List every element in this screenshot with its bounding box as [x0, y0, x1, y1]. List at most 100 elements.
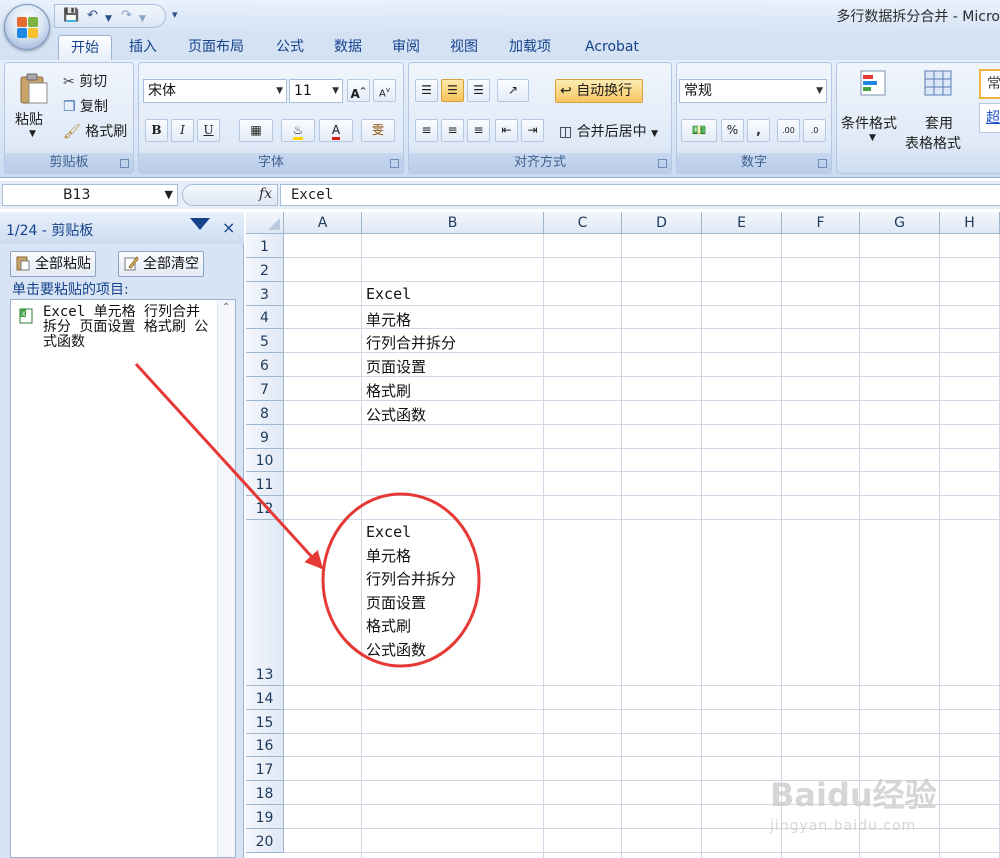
grow-font-button[interactable]: A^ [347, 79, 370, 102]
column-header-g[interactable]: G [860, 212, 940, 234]
accounting-format-button[interactable]: 💵 [681, 119, 717, 142]
increase-indent-button[interactable]: ⇥ [521, 119, 544, 142]
cell-b6[interactable]: 页面设置 [366, 356, 626, 377]
redo-icon[interactable]: ↷ [121, 8, 132, 24]
worksheet-grid[interactable]: A B C D E F G H 1 2 3 4 5 6 7 8 9 10 11 12 13 14 15 16 17 18 19 20 E… [246, 212, 1000, 858]
tab-home[interactable]: 开始 [58, 35, 112, 60]
cell-style-hyperlink[interactable]: 超 [979, 103, 1000, 133]
align-middle-button[interactable]: ☰ [441, 79, 464, 102]
tab-data[interactable]: 数据 [324, 35, 372, 60]
row-header-19[interactable]: 19 [246, 805, 284, 829]
row-header-11[interactable]: 11 [246, 472, 284, 496]
column-header-a[interactable]: A [284, 212, 362, 234]
align-bottom-button[interactable]: ☰ [467, 79, 490, 102]
row-header-15[interactable]: 15 [246, 710, 284, 734]
row-header-17[interactable]: 17 [246, 757, 284, 781]
row-header-10[interactable]: 10 [246, 449, 284, 472]
borders-button[interactable]: ▦ [239, 119, 273, 142]
clear-all-button[interactable]: 全部清空 [118, 251, 204, 277]
office-button[interactable] [4, 4, 50, 50]
increase-decimal-button[interactable]: .00 [777, 119, 800, 142]
pane-options-icon[interactable] [190, 218, 210, 230]
underline-button[interactable]: U [197, 119, 220, 142]
paste-button[interactable]: 粘贴 ▼ [11, 69, 55, 149]
row-header-12[interactable]: 12 [246, 496, 284, 520]
format-painter-button[interactable]: 🖌 格式刷 [63, 121, 127, 141]
column-header-e[interactable]: E [702, 212, 782, 234]
row-header-1[interactable]: 1 [246, 234, 284, 258]
copy-button[interactable]: ❐ 复制 [63, 96, 108, 116]
tab-formulas[interactable]: 公式 [266, 35, 314, 60]
font-name-box[interactable]: 宋体 ▼ [143, 79, 287, 103]
decrease-indent-button[interactable]: ⇤ [495, 119, 518, 142]
tab-insert[interactable]: 插入 [118, 35, 168, 60]
font-size-box[interactable]: 11 ▼ [289, 79, 343, 103]
cell-b13[interactable]: Excel 单元格 行列合并拆分 页面设置 格式刷 公式函数 [366, 521, 626, 662]
tab-addins[interactable]: 加载项 [498, 35, 562, 60]
phonetic-button[interactable]: 雯 [361, 119, 395, 142]
clipboard-item[interactable]: X Excel 单元格 行列合并拆分 页面设置 格式刷 公式函数 [11, 300, 217, 360]
row-header-2[interactable]: 2 [246, 258, 284, 282]
column-header-h[interactable]: H [940, 212, 1000, 234]
column-header-c[interactable]: C [544, 212, 622, 234]
orientation-button[interactable]: ↗ [497, 79, 529, 102]
tab-view[interactable]: 视图 [440, 35, 488, 60]
format-as-table-button[interactable]: 套用 表格格式 [905, 69, 979, 152]
bold-button[interactable]: B [145, 119, 168, 142]
column-header-b[interactable]: B [362, 212, 544, 234]
percent-button[interactable]: % [721, 119, 744, 142]
undo-dropdown-icon[interactable]: ▼ [105, 11, 112, 27]
save-icon[interactable]: 💾 [63, 8, 79, 24]
dialog-launcher-icon[interactable] [120, 159, 129, 168]
number-format-box[interactable]: 常规 ▼ [679, 79, 827, 103]
row-header-5[interactable]: 5 [246, 329, 284, 353]
cell-b3[interactable]: Excel [366, 285, 626, 303]
cell-b7[interactable]: 格式刷 [366, 380, 626, 401]
dialog-launcher-icon[interactable] [390, 159, 399, 168]
close-icon[interactable]: × [222, 218, 235, 237]
cut-button[interactable]: ✂ 剪切 [63, 71, 107, 91]
decrease-decimal-button[interactable]: .0 [803, 119, 826, 142]
italic-button[interactable]: I [171, 119, 194, 142]
align-right-button[interactable]: ≡ [467, 119, 490, 142]
row-header-3[interactable]: 3 [246, 282, 284, 306]
cell-b5[interactable]: 行列合并拆分 [366, 332, 626, 353]
align-center-button[interactable]: ≡ [441, 119, 464, 142]
dialog-launcher-icon[interactable] [818, 159, 827, 168]
row-header-7[interactable]: 7 [246, 377, 284, 401]
row-header-18[interactable]: 18 [246, 781, 284, 805]
comma-button[interactable]: , [747, 119, 770, 142]
row-header-8[interactable]: 8 [246, 401, 284, 425]
cell-b4[interactable]: 单元格 [366, 309, 626, 330]
row-header-20[interactable]: 20 [246, 829, 284, 853]
font-color-button[interactable]: A [319, 119, 353, 142]
row-header-16[interactable]: 16 [246, 734, 284, 757]
clipboard-scrollbar[interactable]: ⌃ [217, 300, 235, 857]
customize-qat-icon[interactable]: ▾ [172, 8, 178, 21]
row-header-13[interactable]: 13 [246, 520, 284, 686]
column-header-d[interactable]: D [622, 212, 702, 234]
align-left-button[interactable]: ≡ [415, 119, 438, 142]
dialog-launcher-icon[interactable] [658, 159, 667, 168]
tab-review[interactable]: 审阅 [382, 35, 430, 60]
cell-styles-button[interactable]: 常 超 [979, 69, 1000, 149]
paste-all-button[interactable]: 全部粘贴 [10, 251, 96, 277]
align-top-button[interactable]: ☰ [415, 79, 438, 102]
wrap-text-button[interactable]: ↩ 自动换行 [555, 79, 643, 103]
row-header-9[interactable]: 9 [246, 425, 284, 449]
tab-acrobat[interactable]: Acrobat [574, 35, 650, 60]
row-header-14[interactable]: 14 [246, 686, 284, 710]
redo-dropdown-icon[interactable]: ▼ [139, 11, 146, 27]
cell-b8[interactable]: 公式函数 [366, 404, 626, 425]
tab-page-layout[interactable]: 页面布局 [178, 35, 254, 60]
conditional-format-button[interactable]: 条件格式 ▼ [839, 69, 909, 149]
fill-color-button[interactable]: ♨ [281, 119, 315, 142]
formula-input[interactable]: Excel [280, 184, 1000, 206]
row-header-4[interactable]: 4 [246, 306, 284, 329]
shrink-font-button[interactable]: Av [373, 79, 396, 102]
row-header-6[interactable]: 6 [246, 353, 284, 377]
cell-style-normal[interactable]: 常 [979, 69, 1000, 99]
merge-center-button[interactable]: ◫ 合并后居中 ▼ [559, 121, 658, 141]
undo-icon[interactable]: ↶ [87, 8, 98, 24]
select-all-corner[interactable] [246, 212, 284, 234]
